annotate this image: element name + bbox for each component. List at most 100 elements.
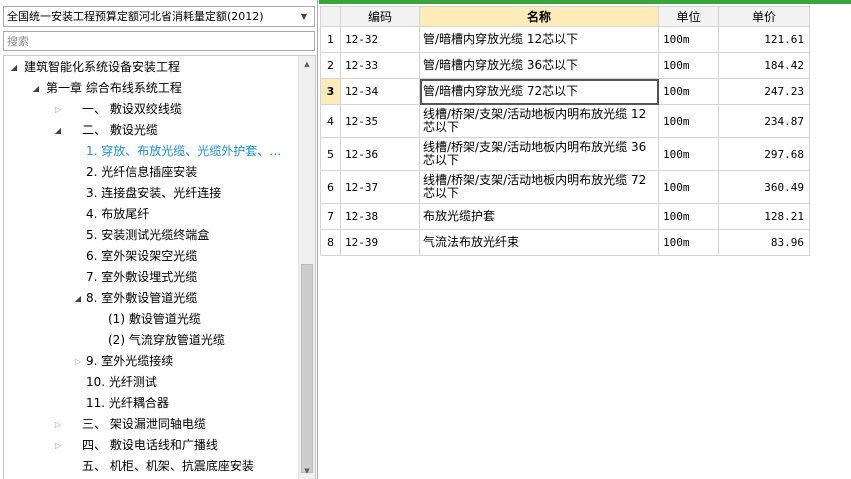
unit-cell[interactable]: 100m	[658, 26, 719, 53]
unit-cell[interactable]: 100m	[658, 137, 719, 171]
row-number[interactable]: 5	[320, 137, 341, 171]
row-number[interactable]: 1	[320, 26, 341, 53]
table-row[interactable]: 7 12-38 布放光缆护套 100m 128.21	[320, 203, 810, 230]
table-row[interactable]: 8 12-39 气流法布放光纤束 100m 83.96	[320, 229, 810, 256]
name-cell[interactable]: 线槽/桥架/支架/活动地板内明布放光缆 72芯以下	[419, 170, 659, 204]
tree-node-label: 8. 室外敷设管道光缆	[86, 291, 198, 305]
column-header-name[interactable]: 名称	[419, 6, 659, 27]
tree-node[interactable]: 2. 光纤信息插座安装	[4, 162, 299, 183]
tree-node-label: (2) 气流穿放管道光缆	[108, 333, 225, 347]
tree-node-label: 10. 光纤测试	[86, 375, 157, 389]
price-cell[interactable]: 128.21	[718, 203, 810, 230]
tree-node[interactable]: ▷ 四、 敷设电话线和广播线	[4, 435, 299, 456]
collapsed-triangle-icon[interactable]: ▷	[72, 351, 84, 372]
search-input[interactable]	[3, 31, 315, 51]
tree-node-label: 二、 敷设光缆	[82, 123, 158, 137]
column-header-code[interactable]: 编码	[340, 6, 420, 27]
row-number[interactable]: 6	[320, 170, 341, 204]
tree-node[interactable]: 5. 安装测试光缆终端盒	[4, 225, 299, 246]
tree-node-label: 7. 室外敷设埋式光缆	[86, 270, 198, 284]
collapsed-triangle-icon[interactable]: ▷	[52, 414, 64, 435]
tree-node[interactable]: ▷ 一、 敷设双绞线缆	[4, 99, 299, 120]
price-cell[interactable]: 83.96	[718, 229, 810, 256]
tree-node[interactable]: ◢ 建筑智能化系统设备安装工程	[4, 57, 299, 78]
name-cell[interactable]: 管/暗槽内穿放光缆 12芯以下	[419, 26, 659, 53]
price-cell[interactable]: 121.61	[718, 26, 810, 53]
chevron-down-icon[interactable]: ▼	[297, 7, 311, 26]
expanded-triangle-icon[interactable]: ◢	[72, 288, 84, 309]
scrollbar-thumb[interactable]	[301, 264, 313, 473]
code-cell[interactable]: 12-35	[340, 104, 420, 138]
tree-node[interactable]: 五、 机柜、机架、抗震底座安装	[4, 456, 299, 477]
table-row[interactable]: 4 12-35 线槽/桥架/支架/活动地板内明布放光缆 12芯以下 100m 234.8…	[320, 104, 810, 138]
row-number[interactable]: 8	[320, 229, 341, 256]
unit-cell[interactable]: 100m	[658, 229, 719, 256]
tree-node[interactable]: ▷ 9. 室外光缆接续	[4, 351, 299, 372]
name-cell[interactable]: 气流法布放光纤束	[419, 229, 659, 256]
code-cell[interactable]: 12-33	[340, 52, 420, 79]
left-panel: 全国统一安装工程预算定额河北省消耗量定额(2012) ▼ ◢ 建筑智能化系统设备安…	[0, 0, 318, 479]
tree-node-label: 建筑智能化系统设备安装工程	[24, 60, 181, 74]
tree-node[interactable]: ◢ 8. 室外敷设管道光缆	[4, 288, 299, 309]
top-accent-bar	[319, 0, 851, 4]
tree-node[interactable]: 3. 连接盘安装、光纤连接	[4, 183, 299, 204]
row-number[interactable]: 2	[320, 52, 341, 79]
unit-cell[interactable]: 100m	[658, 170, 719, 204]
row-number[interactable]: 7	[320, 203, 341, 230]
collapsed-triangle-icon[interactable]: ▷	[52, 99, 64, 120]
tree-node[interactable]: 1. 穿放、布放光缆、光缆外护套、…	[4, 141, 299, 162]
unit-cell[interactable]: 100m	[658, 203, 719, 230]
row-number[interactable]: 3	[320, 78, 341, 105]
unit-cell[interactable]: 100m	[658, 78, 719, 105]
tree-node[interactable]: 7. 室外敷设埋式光缆	[4, 267, 299, 288]
code-cell[interactable]: 12-37	[340, 170, 420, 204]
expanded-triangle-icon[interactable]: ◢	[52, 120, 64, 141]
tree-node-label: 第一章 综合布线系统工程	[46, 81, 182, 95]
tree-node[interactable]: 11. 光纤耦合器	[4, 393, 299, 414]
code-cell[interactable]: 12-34	[340, 78, 420, 105]
tree-node[interactable]: 6. 室外架设架空光缆	[4, 246, 299, 267]
column-header-price[interactable]: 单价	[718, 6, 810, 27]
collapsed-triangle-icon[interactable]: ▷	[52, 435, 64, 456]
scroll-down-icon[interactable]: ▼	[299, 463, 315, 479]
table-row[interactable]: 5 12-36 线槽/桥架/支架/活动地板内明布放光缆 36芯以下 100m 297.6…	[320, 137, 810, 171]
price-cell[interactable]: 247.23	[718, 78, 810, 105]
table-row[interactable]: 2 12-33 管/暗槽内穿放光缆 36芯以下 100m 184.42	[320, 52, 810, 79]
tree-node-label: (1) 敷设管道光缆	[108, 312, 201, 326]
tree-scrollbar[interactable]: ▲ ▼	[298, 56, 315, 479]
price-cell[interactable]: 234.87	[718, 104, 810, 138]
table-row[interactable]: 1 12-32 管/暗槽内穿放光缆 12芯以下 100m 121.61	[320, 26, 810, 53]
price-cell[interactable]: 360.49	[718, 170, 810, 204]
tree-node[interactable]: 10. 光纤测试	[4, 372, 299, 393]
price-cell[interactable]: 184.42	[718, 52, 810, 79]
row-number[interactable]: 4	[320, 104, 341, 138]
expanded-triangle-icon[interactable]: ◢	[30, 78, 42, 99]
tree-node[interactable]: ◢ 二、 敷设光缆	[4, 120, 299, 141]
name-cell[interactable]: 线槽/桥架/支架/活动地板内明布放光缆 36芯以下	[419, 137, 659, 171]
table-row[interactable]: 6 12-37 线槽/桥架/支架/活动地板内明布放光缆 72芯以下 100m 360.4…	[320, 170, 810, 204]
name-cell[interactable]: 布放光缆护套	[419, 203, 659, 230]
name-cell[interactable]: 线槽/桥架/支架/活动地板内明布放光缆 12芯以下	[419, 104, 659, 138]
code-cell[interactable]: 12-39	[340, 229, 420, 256]
unit-cell[interactable]: 100m	[658, 104, 719, 138]
tree-node[interactable]: (2) 气流穿放管道光缆	[4, 330, 299, 351]
code-cell[interactable]: 12-32	[340, 26, 420, 53]
column-header-unit[interactable]: 单位	[658, 6, 719, 27]
table-row[interactable]: 3 12-34 管/暗槽内穿放光缆 72芯以下 100m 247.23	[320, 78, 810, 105]
code-cell[interactable]: 12-36	[340, 137, 420, 171]
price-cell[interactable]: 297.68	[718, 137, 810, 171]
quota-library-dropdown[interactable]: 全国统一安装工程预算定额河北省消耗量定额(2012) ▼	[3, 6, 315, 27]
tree-node[interactable]: ◢ 第一章 综合布线系统工程	[4, 78, 299, 99]
scroll-up-icon[interactable]: ▲	[299, 56, 315, 73]
code-cell[interactable]: 12-38	[340, 203, 420, 230]
unit-cell[interactable]: 100m	[658, 52, 719, 79]
quota-tree: ◢ 建筑智能化系统设备安装工程 ◢ 第一章 综合布线系统工程 ▷ 一、 敷设双绞线缆 ◢ 二、…	[3, 55, 316, 479]
tree-node[interactable]: (1) 敷设管道光缆	[4, 309, 299, 330]
name-cell[interactable]: 管/暗槽内穿放光缆 36芯以下	[419, 52, 659, 79]
expanded-triangle-icon[interactable]: ◢	[8, 57, 20, 78]
tree-node[interactable]: ▷ 三、 架设漏泄同轴电缆	[4, 414, 299, 435]
name-cell[interactable]: 管/暗槽内穿放光缆 72芯以下	[419, 78, 659, 105]
right-panel: 编码 名称 单位 单价 1 12-32 管/暗槽内穿放光缆 12芯以下 100m 121…	[319, 0, 851, 479]
tree-node[interactable]: 4. 布放尾纤	[4, 204, 299, 225]
tree-node-label: 四、 敷设电话线和广播线	[82, 438, 218, 452]
